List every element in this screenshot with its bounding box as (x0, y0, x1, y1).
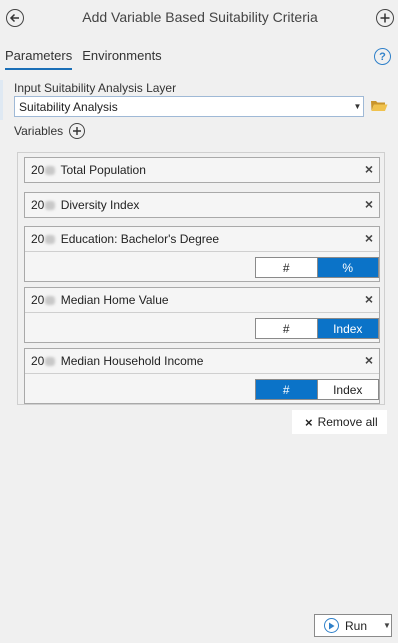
variable-year-prefix: 20 (31, 354, 45, 368)
play-icon (324, 618, 339, 633)
add-icon[interactable] (376, 9, 394, 27)
toggle-index-option[interactable]: Index (316, 380, 378, 399)
variable-label: Total Population (60, 163, 146, 177)
header: Add Variable Based Suitability Criteria (0, 0, 398, 38)
chevron-down-icon[interactable]: ▼ (351, 96, 364, 117)
variable-year-prefix: 20 (31, 293, 45, 307)
input-layer-select[interactable]: Suitability Analysis (14, 96, 364, 117)
toggle-percent-option[interactable]: % (316, 258, 378, 277)
variables-label: Variables (14, 124, 64, 138)
chevron-down-icon[interactable]: ▼ (383, 621, 391, 630)
value-type-toggle: # % (255, 257, 379, 278)
field-accent-bar (0, 80, 3, 120)
run-button[interactable]: Run ▼ (314, 614, 392, 637)
redacted-digits (45, 235, 56, 244)
tab-bar: Parameters Environments (5, 46, 162, 70)
variable-year-prefix: 20 (31, 232, 45, 246)
redacted-digits (45, 296, 56, 305)
tab-parameters[interactable]: Parameters (5, 46, 73, 70)
variable-card: 20 Education: Bachelor's Degree × # % (24, 226, 380, 282)
help-icon[interactable]: ? (374, 48, 391, 65)
tab-environments[interactable]: Environments (82, 46, 161, 70)
add-variable-icon[interactable] (69, 123, 85, 139)
remove-all-button[interactable]: × Remove all (292, 410, 387, 434)
variable-label: Median Household Income (60, 354, 204, 368)
toggle-count-option[interactable]: # (256, 258, 317, 277)
variable-label: Education: Bachelor's Degree (60, 232, 220, 246)
run-label: Run (345, 618, 368, 633)
variable-card: 20 Diversity Index × (24, 192, 380, 218)
variable-name: 20 Median Household Income (31, 354, 203, 368)
redacted-digits (45, 357, 56, 366)
variable-year-prefix: 20 (31, 163, 45, 177)
remove-variable-icon[interactable]: × (365, 162, 373, 176)
close-icon: × (305, 414, 313, 430)
remove-variable-icon[interactable]: × (365, 353, 373, 367)
remove-variable-icon[interactable]: × (365, 197, 373, 211)
variable-year-prefix: 20 (31, 198, 45, 212)
variable-name: 20 Total Population (31, 163, 146, 177)
remove-all-label: Remove all (317, 415, 378, 429)
variable-label: Diversity Index (60, 198, 140, 212)
remove-variable-icon[interactable]: × (365, 231, 373, 245)
variable-card: 20 Total Population × (24, 157, 380, 183)
variable-label: Median Home Value (60, 293, 169, 307)
toggle-count-option[interactable]: # (256, 319, 317, 338)
redacted-digits (45, 166, 56, 175)
back-arrow-icon[interactable] (6, 9, 24, 27)
variable-name: 20 Diversity Index (31, 198, 139, 212)
toggle-index-option[interactable]: Index (316, 319, 378, 338)
remove-variable-icon[interactable]: × (365, 292, 373, 306)
page-title: Add Variable Based Suitability Criteria (82, 9, 318, 25)
value-type-toggle: # Index (255, 318, 379, 339)
redacted-digits (45, 201, 56, 210)
variable-name: 20 Median Home Value (31, 293, 169, 307)
variable-name: 20 Education: Bachelor's Degree (31, 232, 219, 246)
value-type-toggle: # Index (255, 379, 379, 400)
input-layer-label: Input Suitability Analysis Layer (14, 81, 177, 95)
folder-icon[interactable] (370, 98, 388, 114)
toggle-count-option[interactable]: # (256, 380, 317, 399)
variable-card: 20 Median Home Value × # Index (24, 287, 380, 343)
variable-card: 20 Median Household Income × # Index (24, 348, 380, 404)
